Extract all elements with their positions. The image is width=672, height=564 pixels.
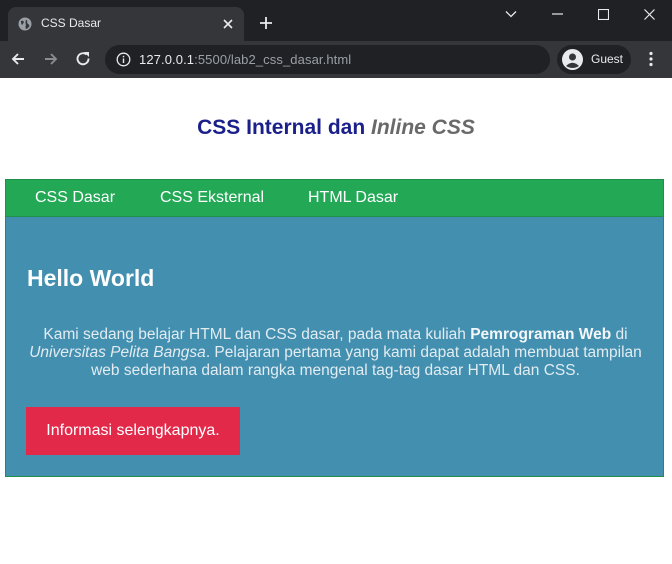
nav-link-css-dasar[interactable]: CSS Dasar (35, 189, 115, 207)
address-bar[interactable]: 127.0.0.1:5500/lab2_css_dasar.html (105, 45, 550, 74)
profile-label: Guest (591, 52, 624, 66)
tab-search-button[interactable] (488, 0, 534, 28)
forward-arrow-icon[interactable] (42, 50, 60, 68)
tab-title: CSS Dasar (41, 16, 102, 30)
close-icon[interactable] (220, 16, 236, 32)
more-vert-icon[interactable] (642, 50, 660, 68)
close-window-button[interactable] (626, 0, 672, 28)
content-heading: Hello World (27, 265, 155, 291)
title-part2: CSS (425, 116, 475, 139)
info-icon[interactable] (116, 52, 131, 67)
url-host: 127.0.0.1 (139, 52, 195, 67)
title-part1: CSS Internal dan (197, 116, 371, 139)
minimize-button[interactable] (534, 0, 580, 28)
close-window-icon (643, 8, 655, 20)
plus-icon[interactable] (257, 14, 275, 32)
para-italic: Universitas Pelita Bangsa (29, 344, 206, 361)
minimize-icon (551, 13, 563, 15)
para-bold: Pemrograman Web (470, 326, 612, 343)
maximize-icon (597, 8, 609, 20)
page-title: CSS Internal dan Inline CSS (0, 116, 672, 140)
navbar: CSS Dasar CSS Eksternal HTML Dasar (5, 179, 664, 217)
avatar-icon (562, 49, 583, 70)
title-italic: Inline (371, 116, 426, 139)
profile-button[interactable]: Guest (557, 45, 631, 74)
reload-icon[interactable] (74, 50, 92, 68)
info-button[interactable]: Informasi selengkapnya. (26, 407, 240, 455)
maximize-button[interactable] (580, 0, 626, 28)
url-path: :5500/lab2_css_dasar.html (194, 52, 352, 67)
browser-tab[interactable]: CSS Dasar (8, 7, 244, 41)
para-text-2: di (611, 326, 628, 343)
nav-link-css-eksternal[interactable]: CSS Eksternal (160, 189, 264, 207)
nav-link-html-dasar[interactable]: HTML Dasar (308, 189, 398, 207)
content-paragraph: Kami sedang belajar HTML dan CSS dasar, … (14, 326, 657, 380)
browser-toolbar: 127.0.0.1:5500/lab2_css_dasar.html Guest (0, 41, 672, 78)
chevron-down-icon (505, 11, 517, 18)
globe-icon (18, 17, 32, 31)
tab-strip: CSS Dasar (0, 0, 672, 41)
url-text: 127.0.0.1:5500/lab2_css_dasar.html (139, 52, 351, 67)
back-arrow-icon[interactable] (9, 50, 27, 68)
main-content: Hello World Kami sedang belajar HTML dan… (5, 217, 664, 477)
para-text-1: Kami sedang belajar HTML dan CSS dasar, … (43, 326, 471, 343)
page-viewport: CSS Internal dan Inline CSS CSS Dasar CS… (0, 78, 672, 564)
